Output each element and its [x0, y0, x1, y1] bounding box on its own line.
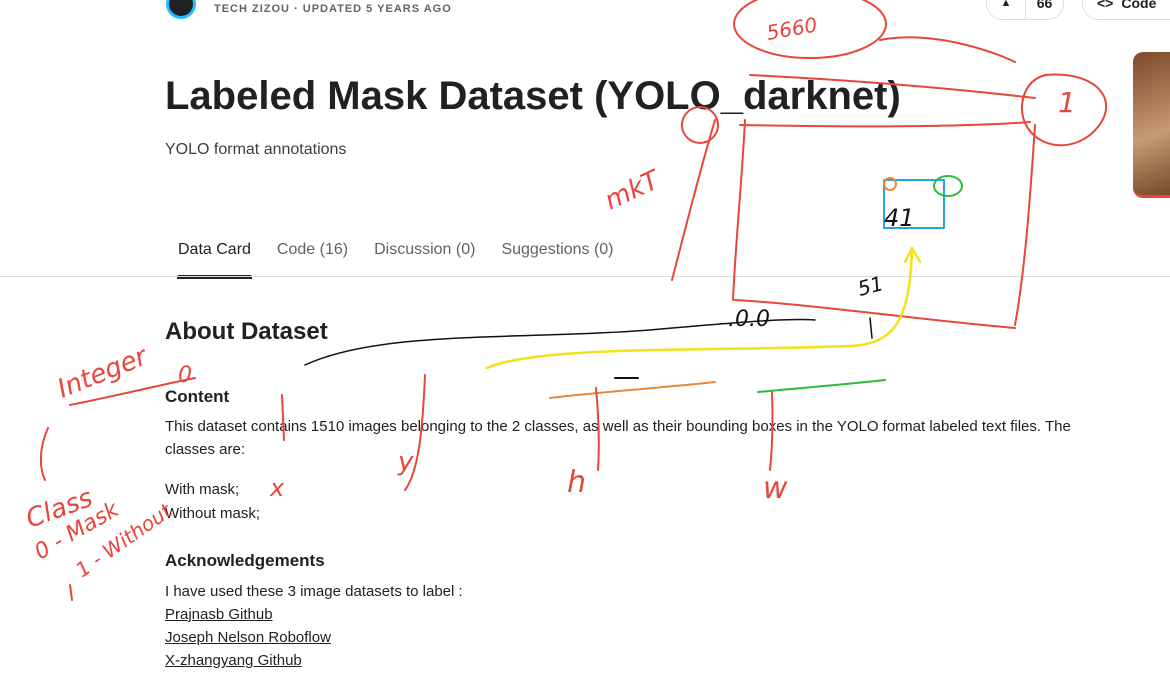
owner-avatar[interactable] — [166, 0, 196, 19]
annotation-orange-line — [549, 381, 716, 399]
upvote-button[interactable]: ▲ 66 — [986, 0, 1064, 20]
annotation-circle-right — [1020, 73, 1108, 147]
annotation-bracket — [39, 427, 49, 481]
annotation-label: 1 - Without — [71, 498, 177, 582]
annotation-label: 5660 — [765, 12, 819, 44]
code-button[interactable]: <> Code — [1082, 0, 1170, 20]
content-heading: Content — [165, 387, 230, 406]
owner-meta-text: TECH ZIZOU · UPDATED 5 YEARS AGO — [214, 3, 452, 15]
code-brackets-icon: <> — [1097, 0, 1114, 11]
dataset-title: Labeled Mask Dataset (YOLO_darknet) — [165, 74, 901, 118]
annotation-label: Class — [22, 483, 97, 535]
tab-data-card[interactable]: Data Card — [165, 238, 264, 279]
tab-code[interactable]: Code (16) — [264, 238, 361, 279]
annotation-diagonal — [671, 119, 716, 281]
annotation-green-dot — [933, 175, 963, 197]
dataset-subtitle: YOLO format annotations — [165, 141, 347, 158]
annotation-label: w — [763, 471, 788, 506]
acknowledgements-heading: Acknowledgements — [165, 551, 325, 570]
annotation-box-left — [732, 119, 746, 301]
about-heading: About Dataset — [165, 318, 328, 345]
link-joseph-nelson-roboflow[interactable]: Joseph Nelson Roboflow — [165, 629, 331, 646]
annotation-label: x — [269, 474, 285, 502]
annotation-label: 41 — [884, 204, 915, 232]
link-prajnasb-github[interactable]: Prajnasb Github — [165, 606, 273, 623]
annotation-label: .0.0 — [728, 307, 770, 332]
annotation-label: mkT — [600, 164, 666, 216]
vote-count: 66 — [1036, 0, 1053, 11]
link-x-zhangyang-github[interactable]: X-zhangyang Github — [165, 652, 302, 669]
annotation-black-line — [304, 318, 816, 366]
annotation-tick-bottom — [69, 584, 73, 601]
annotation-box-bottom — [734, 299, 1016, 329]
annotation-black-tick — [869, 317, 873, 339]
annotation-box-right — [1014, 124, 1036, 326]
annotation-ellipse-top — [733, 0, 887, 59]
annotation-arrow-top — [879, 36, 1016, 63]
annotation-blue-box — [883, 179, 945, 229]
annotation-label: Integer — [53, 341, 153, 405]
annotation-green-line — [757, 379, 886, 393]
annotation-label: h — [567, 465, 586, 500]
class-item-with-mask: With mask; — [165, 481, 240, 498]
class-item-without-mask: Without mask; — [165, 505, 261, 522]
dataset-thumbnail — [1133, 52, 1170, 198]
tab-suggestions[interactable]: Suggestions (0) — [488, 238, 626, 279]
annotation-label: 0 — [178, 363, 192, 388]
annotation-orange-dot — [883, 177, 897, 191]
acknowledgements-intro: I have used these 3 image datasets to la… — [165, 583, 463, 600]
content-paragraph: This dataset contains 1510 images belong… — [165, 418, 1071, 458]
annotation-label: 1 — [1058, 86, 1076, 119]
tab-discussion[interactable]: Discussion (0) — [361, 238, 488, 279]
code-button-label: Code — [1121, 0, 1157, 11]
caret-up-icon: ▲ — [1000, 0, 1012, 9]
dataset-tabs: Data Card Code (16) Discussion (0) Sugge… — [165, 238, 627, 279]
tabs-divider — [0, 276, 1170, 277]
dataset-meta: TECH ZIZOU · UPDATED 5 YEARS AGO — [166, 0, 452, 19]
annotation-label: 0 - Mask — [31, 497, 125, 566]
annotation-box-inner-top — [739, 121, 1031, 128]
